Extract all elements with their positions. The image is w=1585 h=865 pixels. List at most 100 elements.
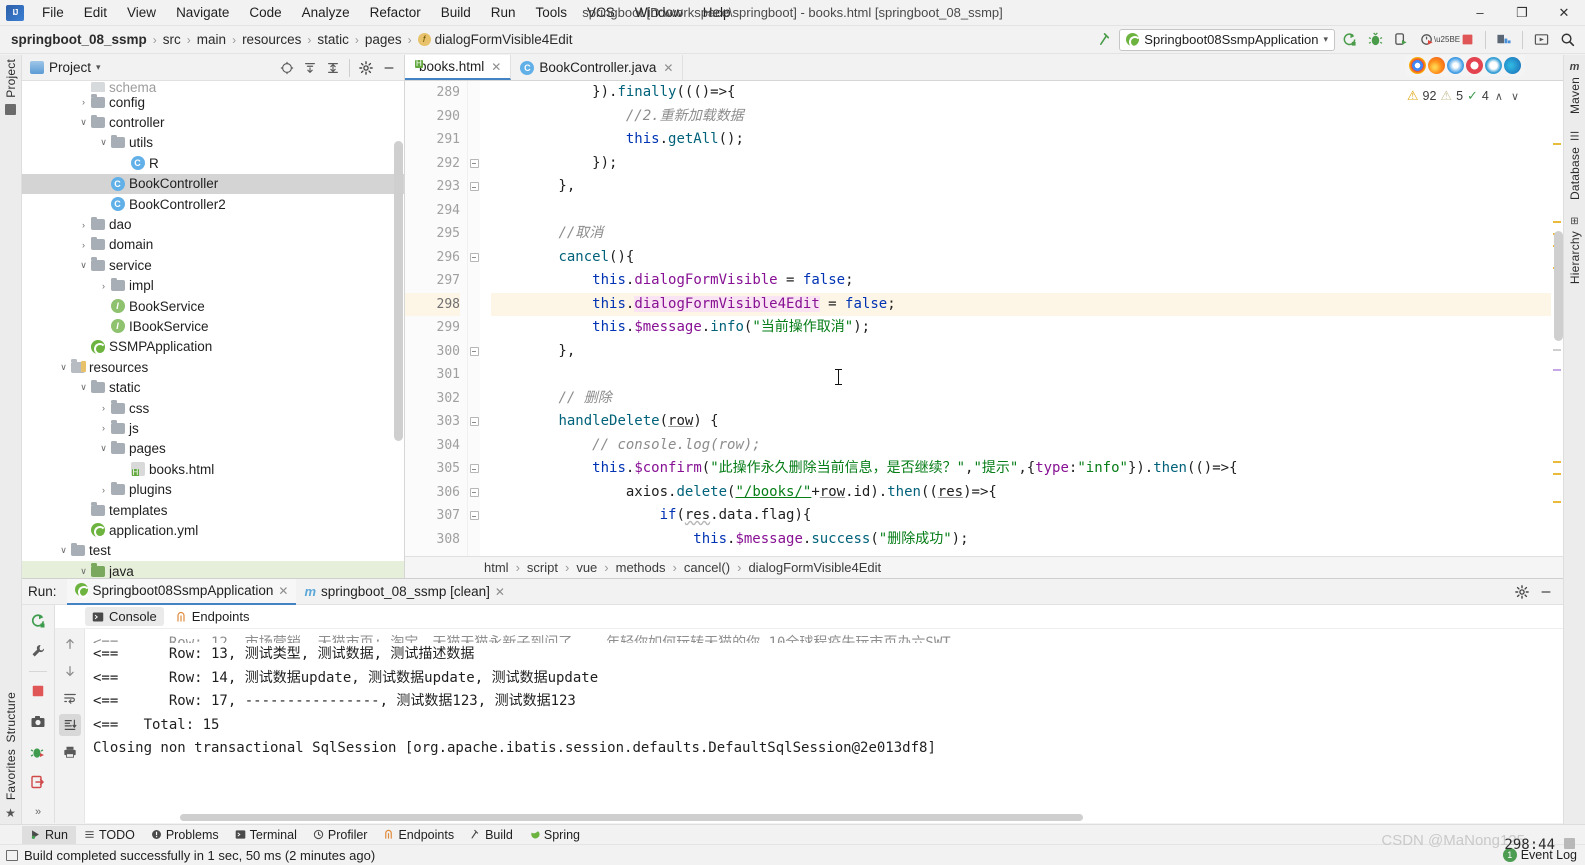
status-tab-run[interactable]: Run xyxy=(22,825,76,844)
edge-icon[interactable] xyxy=(1504,57,1521,74)
code-line[interactable]: handleDelete(row) { xyxy=(491,410,1551,434)
ie-icon[interactable] xyxy=(1485,57,1502,74)
status-tab-profiler[interactable]: Profiler xyxy=(305,826,376,844)
hide-icon[interactable] xyxy=(378,57,400,79)
code-line[interactable]: axios.delete("/books/"+row.id).then((res… xyxy=(491,481,1551,505)
console-output[interactable]: <== Row: 12, 市场营销, 天猫市页; 淘宝、天猫天猫永新子到问了, … xyxy=(85,629,1563,823)
run-configuration-selector[interactable]: Springboot08SsmpApplication ▾ xyxy=(1119,28,1335,51)
run-icon[interactable] xyxy=(1337,28,1361,52)
chevron-right-icon[interactable]: › xyxy=(77,240,90,250)
code-text[interactable]: }).finally((()=>{ //2.重新加载数据 this.getAll… xyxy=(480,81,1551,556)
breadcrumb-item-springboot-08-ssmp[interactable]: springboot_08_ssmp xyxy=(6,30,152,49)
run-tab-springboot08ssmpapplication[interactable]: Springboot08SsmpApplication ✕ xyxy=(66,578,297,605)
soft-wrap-icon[interactable] xyxy=(59,687,81,709)
console-horizontal-scrollbar[interactable] xyxy=(180,814,1083,821)
menu-item-navigate[interactable]: Navigate xyxy=(166,2,239,23)
tree-node-bookcontroller2[interactable]: C BookController2 xyxy=(22,194,404,214)
menu-item-window[interactable]: Window xyxy=(625,2,693,23)
code-line[interactable]: this.dialogFormVisible4Edit = false; xyxy=(491,292,1551,316)
next-problem-icon[interactable]: ∨ xyxy=(1509,90,1521,103)
tool-window-button-database[interactable]: Database xyxy=(1568,147,1582,200)
editor-breadcrumb-methods[interactable]: methods xyxy=(612,559,670,576)
code-line[interactable]: }, xyxy=(491,340,1551,364)
wrench-icon[interactable] xyxy=(27,640,49,661)
code-line[interactable]: }); xyxy=(491,152,1551,176)
expand-all-icon[interactable] xyxy=(299,57,321,79)
chevron-down-icon[interactable]: ∨ xyxy=(57,545,70,556)
fold-marker-icon[interactable] xyxy=(468,175,480,199)
project-structure-icon[interactable] xyxy=(1492,28,1516,52)
tree-node-css[interactable]: › css xyxy=(22,398,404,418)
code-line[interactable]: this.$message.success("删除成功"); xyxy=(491,528,1551,552)
editor-tab-books-html[interactable]: books.html ✕ xyxy=(405,55,512,80)
status-tab-spring[interactable]: Spring xyxy=(521,826,588,844)
console-subtab-endpoints[interactable]: Endpoints xyxy=(168,607,257,626)
tree-node-service[interactable]: ∨ service xyxy=(22,255,404,275)
project-panel-title[interactable]: Project ▾ xyxy=(26,58,105,77)
code-line[interactable]: this.dialogFormVisible = false; xyxy=(491,269,1551,293)
breadcrumb-item-main[interactable]: main xyxy=(192,30,231,49)
menu-item-view[interactable]: View xyxy=(117,2,166,23)
fold-marker-icon[interactable] xyxy=(468,481,480,505)
chrome-icon[interactable] xyxy=(1409,57,1426,74)
menu-item-edit[interactable]: Edit xyxy=(74,2,117,23)
editor-breadcrumb-vue[interactable]: vue xyxy=(572,559,601,576)
tree-node-impl[interactable]: › impl xyxy=(22,276,404,296)
code-line[interactable]: // console.log(row); xyxy=(491,434,1551,458)
tree-node-dao[interactable]: › dao xyxy=(22,214,404,234)
code-line[interactable]: this.$confirm("此操作永久删除当前信息，是否继续？","提示",{… xyxy=(491,457,1551,481)
debug-icon[interactable] xyxy=(27,741,49,762)
menu-item-file[interactable]: File xyxy=(32,2,74,23)
breadcrumb-item-resources[interactable]: resources xyxy=(237,30,306,49)
firefox-icon[interactable] xyxy=(1428,57,1445,74)
more-icon[interactable]: » xyxy=(27,802,49,823)
status-tab-build[interactable]: Build xyxy=(462,826,521,844)
tool-window-button-maven[interactable]: Maven xyxy=(1568,77,1582,114)
tree-node-controller[interactable]: ∨ controller xyxy=(22,112,404,132)
close-button[interactable]: ✕ xyxy=(1543,0,1585,26)
tree-node-r[interactable]: CR xyxy=(22,153,404,173)
run-tab-springboot-08-ssmp--clean-[interactable]: m springboot_08_ssmp [clean] ✕ xyxy=(296,579,512,605)
collapse-all-icon[interactable] xyxy=(322,57,344,79)
code-line[interactable]: //取消 xyxy=(491,222,1551,246)
scroll-to-end-icon[interactable] xyxy=(58,714,81,736)
opera-icon[interactable] xyxy=(1466,57,1483,74)
hide-icon[interactable] xyxy=(1535,581,1557,603)
close-tab-icon[interactable]: ✕ xyxy=(278,584,288,598)
tool-window-button-structure[interactable]: Structure xyxy=(4,692,18,743)
exit-icon[interactable] xyxy=(27,771,49,792)
code-line[interactable]: }, xyxy=(491,175,1551,199)
status-tab-todo[interactable]: TODO xyxy=(76,826,143,844)
fold-marker-icon[interactable] xyxy=(468,410,480,434)
code-view[interactable]: 289 290 291 292 293 294 295 296 297 298 299 300 301 3… xyxy=(405,81,1563,556)
tree-node-pages[interactable]: ∨ pages xyxy=(22,439,404,459)
tree-node-java[interactable]: ∨ java xyxy=(22,560,404,578)
menu-item-help[interactable]: Help xyxy=(693,2,741,23)
chevron-down-icon[interactable]: ∨ xyxy=(57,362,70,373)
chevron-right-icon[interactable]: › xyxy=(77,220,90,230)
chevron-right-icon[interactable]: › xyxy=(97,423,110,433)
chevron-down-icon[interactable]: ∨ xyxy=(97,137,110,148)
tree-node-bookcontroller[interactable]: C BookController xyxy=(22,173,404,194)
chevron-right-icon[interactable]: › xyxy=(97,281,110,291)
chevron-down-icon[interactable]: ∨ xyxy=(97,443,110,454)
fold-marker-icon[interactable] xyxy=(468,504,480,528)
stop-icon[interactable] xyxy=(1455,28,1479,52)
tree-node-plugins[interactable]: › plugins xyxy=(22,479,404,499)
tree-node-static[interactable]: ∨ static xyxy=(22,377,404,397)
code-line[interactable]: // 删除 xyxy=(491,387,1551,411)
chevron-right-icon[interactable]: › xyxy=(77,97,90,107)
close-tab-icon[interactable]: ✕ xyxy=(491,60,501,74)
close-tab-icon[interactable]: ✕ xyxy=(663,61,673,75)
code-line[interactable]: this.getAll(); xyxy=(491,128,1551,152)
fold-marker-icon[interactable] xyxy=(468,457,480,481)
breadcrumb-item-pages[interactable]: pages xyxy=(360,30,407,49)
menu-item-vcs[interactable]: VCS xyxy=(577,2,625,23)
breadcrumb-item-src[interactable]: src xyxy=(158,30,186,49)
tree-node-ibookservice[interactable]: I IBookService xyxy=(22,316,404,336)
tree-node-config[interactable]: › config xyxy=(22,92,404,112)
editor-breadcrumb-html[interactable]: html xyxy=(480,559,513,576)
chevron-down-icon[interactable]: \u25BE xyxy=(1434,28,1460,52)
tree-node-templates[interactable]: templates xyxy=(22,500,404,520)
marker-stripe[interactable] xyxy=(1551,81,1563,556)
